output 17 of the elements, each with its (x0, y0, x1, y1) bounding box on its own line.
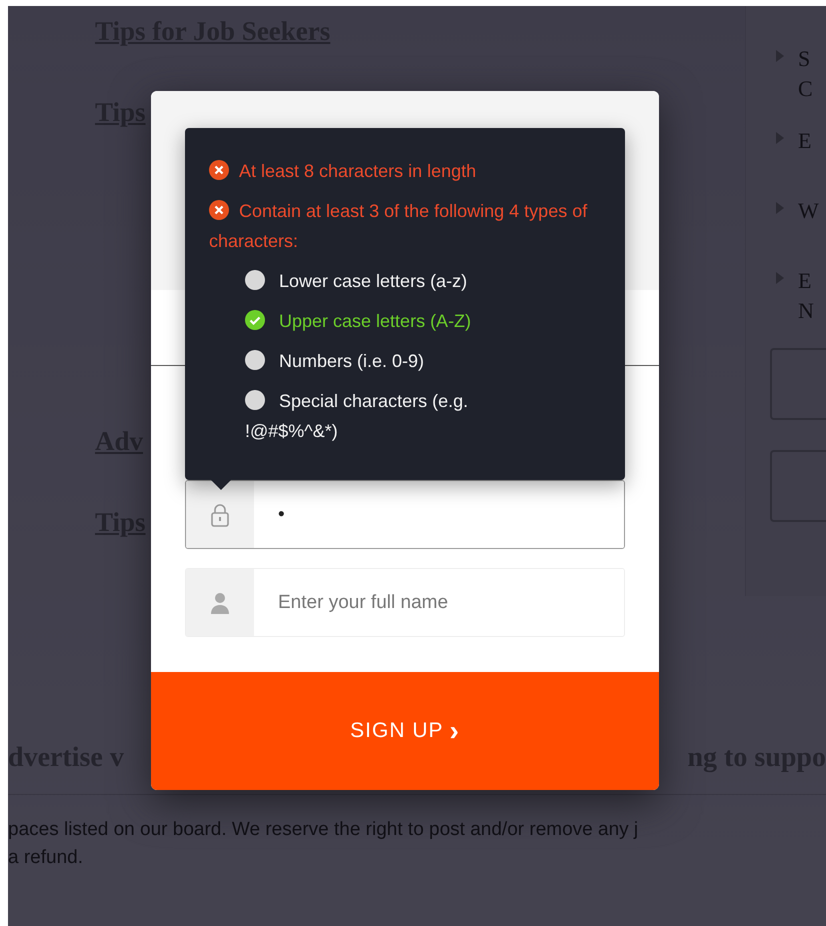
user-icon (210, 592, 230, 614)
body-text: paces listed on our board. We reserve the right to post and/or remove any j (8, 819, 640, 841)
requirement-text: Lower case letters (a-z) (279, 271, 468, 291)
bullet-icon (776, 202, 784, 214)
requirement-text: Special characters (e.g. !@#$%^&*) (245, 391, 468, 441)
sign-up-button[interactable]: SIGN UP › (151, 672, 659, 790)
requirement-text: Contain at least 3 of the following 4 types of characters: (209, 201, 588, 251)
bullet-icon (776, 50, 784, 62)
requirement-text: Upper case letters (A-Z) (279, 311, 472, 331)
lock-icon (210, 502, 230, 526)
password-field[interactable]: • (185, 480, 625, 549)
requirement-text: Numbers (i.e. 0-9) (279, 351, 424, 371)
body-text: a refund. (8, 847, 84, 869)
requirement-text: At least 8 characters in length (239, 161, 476, 181)
bullet-icon (776, 272, 784, 284)
bullet-icon (776, 132, 784, 144)
name-field[interactable]: Enter your full name (185, 568, 625, 637)
